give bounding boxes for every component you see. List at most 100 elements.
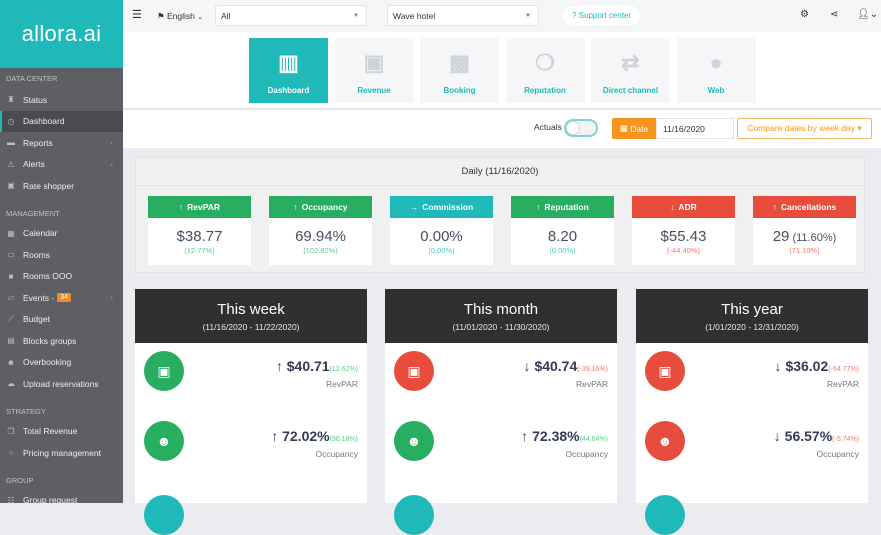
metric-label: RevPAR — [326, 379, 358, 389]
sidebar-item-label: Pricing management — [23, 447, 101, 458]
chart-icon: ⟋ — [8, 314, 14, 324]
metric-row-revpar: ▣ ↓ $36.02(-54.77%) RevPAR — [636, 351, 868, 411]
tab-label: Reputation — [524, 86, 566, 95]
kpi-label: ADR — [678, 202, 697, 212]
sidebar-item-calendar[interactable]: ▦ Calendar — [0, 223, 123, 245]
sidebar-item-rate-shopper[interactable]: ▣ Rate shopper — [0, 175, 123, 197]
sidebar-item-blocks-groups[interactable]: ▤ Blocks groups — [0, 330, 123, 352]
caret-down-icon: ▼ — [525, 12, 531, 19]
metric-number: $40.71 — [286, 358, 330, 374]
money-icon: ▣ — [7, 181, 15, 191]
tab-web[interactable]: ● Web — [676, 38, 756, 103]
kpi-header: ↓ ADR — [632, 196, 735, 218]
compare-dates-dropdown[interactable]: Compare dates by week day ▾ — [737, 118, 872, 139]
tab-label: Dashboard — [267, 86, 310, 95]
share-icon[interactable]: ⋖ — [830, 9, 838, 20]
arrow-icon: ↑ — [772, 202, 777, 212]
gear-icon[interactable]: ⚙ — [800, 9, 809, 20]
tab-label: Booking — [443, 86, 476, 95]
tab-dashboard[interactable]: ▥ Dashboard — [249, 38, 328, 103]
sidebar-item-label: Alerts — [23, 159, 45, 170]
metric-change: (-54.77%) — [828, 366, 859, 373]
kpi-change: (0.00%) — [549, 246, 576, 255]
kpi-header: ↑ Reputation — [511, 196, 614, 218]
arrow-icon: ↓ — [774, 358, 782, 374]
arrow-icon: ↑ — [536, 202, 541, 212]
metric-value: ↑ 72.02%(96.18%) — [271, 428, 358, 444]
metric-value: ↓ 56.57%(-5.74%) — [774, 428, 859, 444]
period-title: This week — [217, 301, 285, 318]
metric-value: ↓ $36.02(-54.77%) — [775, 358, 859, 374]
money-icon: ▣ — [144, 351, 184, 391]
metric-row-revpar: ▣ ↑ $40.71(12.62%) RevPAR — [135, 351, 367, 411]
period-card-this-month: This month (11/01/2020 - 11/30/2020) ▣ ↓ $4… — [385, 289, 617, 535]
menu-toggle-icon[interactable]: ☰ — [132, 8, 142, 21]
copy-icon: ❐ — [7, 426, 15, 436]
sidebar-item-label: Rooms — [23, 249, 50, 260]
sidebar-item-rooms[interactable]: ▭ Rooms — [0, 244, 123, 266]
tab-reputation[interactable]: ❍ Reputation — [505, 38, 585, 103]
metric-number: $40.74 — [534, 358, 578, 374]
daily-panel: Daily (11/16/2020) ↑ RevPAR $38.77 (12.77%)… — [135, 157, 865, 273]
user-menu-icon[interactable]: 👤︎⌄ — [857, 9, 878, 20]
filter-select[interactable]: All ▼ — [215, 5, 367, 26]
tab-booking[interactable]: ▩ Booking — [420, 38, 499, 103]
kpi-header: ↑ Occupancy — [269, 196, 372, 218]
date-input[interactable]: 11/16/2020 — [656, 118, 734, 139]
metric-label: Occupancy — [565, 449, 608, 459]
sidebar-item-status[interactable]: ♜ Status — [0, 89, 123, 111]
metric-label: RevPAR — [827, 379, 859, 389]
language-selector[interactable]: ⚑ English ⌄ — [157, 11, 203, 22]
kpi-card-cancellations: ↑ Cancellations 29 (11.60%) (71.10%) — [753, 196, 856, 265]
kpi-change: (0.00%) — [428, 246, 455, 255]
sidebar-item-upload-reservations[interactable]: ☁ Upload reservations — [0, 373, 123, 395]
bed-icon: ▭ — [7, 250, 15, 260]
sidebar-item-dashboard[interactable]: ◷ Dashboard — [0, 110, 123, 132]
hotel-select[interactable]: Wave hotel ▼ — [387, 5, 539, 26]
money-icon: ▣ — [363, 50, 385, 75]
sidebar-item-label: Dashboard — [23, 116, 65, 127]
chevron-left-icon: ‹ — [110, 293, 113, 303]
period-header: This year (1/01/2020 - 12/31/2020) — [636, 289, 868, 343]
sidebar-item-reports[interactable]: ▬ Reports ‹ — [0, 132, 123, 154]
arrow-icon: ↑ — [293, 202, 298, 212]
arrow-icon: ↓ — [523, 358, 531, 374]
sidebar-item-label: Rooms OOO — [23, 271, 73, 282]
sidebar-item-group-request[interactable]: ☷ Group request — [0, 490, 123, 512]
sidebar-item-alerts[interactable]: ⚠ Alerts ‹ — [0, 154, 123, 176]
exchange-icon: ⇄ — [621, 50, 640, 75]
sidebar-item-total-revenue[interactable]: ❐ Total Revenue — [0, 421, 123, 443]
folder-icon: ▬ — [7, 138, 15, 148]
metric-value: ↑ 72.38%(44.64%) — [521, 428, 608, 444]
sidebar-item-rooms-ooo[interactable]: ■ Rooms OOO — [0, 266, 123, 288]
tab-direct-channel[interactable]: ⇄ Direct channel — [591, 38, 670, 103]
controls-row: Actuals ▦ Date 11/16/2020 Compare dates … — [123, 110, 881, 148]
kpi-change: (71.10%) — [789, 246, 820, 255]
sidebar-item-label: Calendar — [23, 228, 58, 239]
group-icon: ☷ — [7, 495, 15, 505]
actuals-toggle[interactable] — [564, 119, 598, 137]
kpi-value: 69.94% — [295, 228, 346, 245]
kpi-label: Commission — [422, 202, 474, 212]
flag-icon: ⚑ — [157, 11, 165, 21]
sidebar-item-pricing-management[interactable]: ○ Pricing management — [0, 442, 123, 464]
sidebar-item-overbooking[interactable]: ☻ Overbooking — [0, 352, 123, 374]
tab-revenue[interactable]: ▣ Revenue — [334, 38, 414, 103]
logo[interactable]: allora.ai — [0, 0, 123, 68]
users-icon: ☻ — [394, 421, 434, 461]
binoculars-icon: ♜ — [7, 95, 15, 105]
archive-icon: ▩ — [449, 50, 470, 75]
kpi-value: $38.77 — [176, 228, 223, 245]
period-title: This year — [721, 301, 783, 318]
kpi-value: 29 — [772, 228, 790, 245]
sidebar-item-events[interactable]: ▱ Events -34 ‹ — [0, 287, 123, 309]
metric-number: 72.02% — [282, 428, 330, 444]
support-center-button[interactable]: ? Support center — [563, 6, 641, 25]
sidebar-item-label: Budget — [23, 314, 50, 325]
sidebar: allora.ai DATA CENTER ♜ Status ◷ Dashboard ▬ R… — [0, 0, 123, 505]
date-button[interactable]: ▦ Date — [612, 118, 656, 139]
sidebar-item-label: Blocks groups — [23, 335, 77, 346]
dashboard-icon: ◷ — [7, 116, 15, 126]
metric-row-occupancy: ☻ ↑ 72.02%(96.18%) Occupancy — [135, 421, 367, 481]
sidebar-item-budget[interactable]: ⟋ Budget — [0, 309, 123, 331]
